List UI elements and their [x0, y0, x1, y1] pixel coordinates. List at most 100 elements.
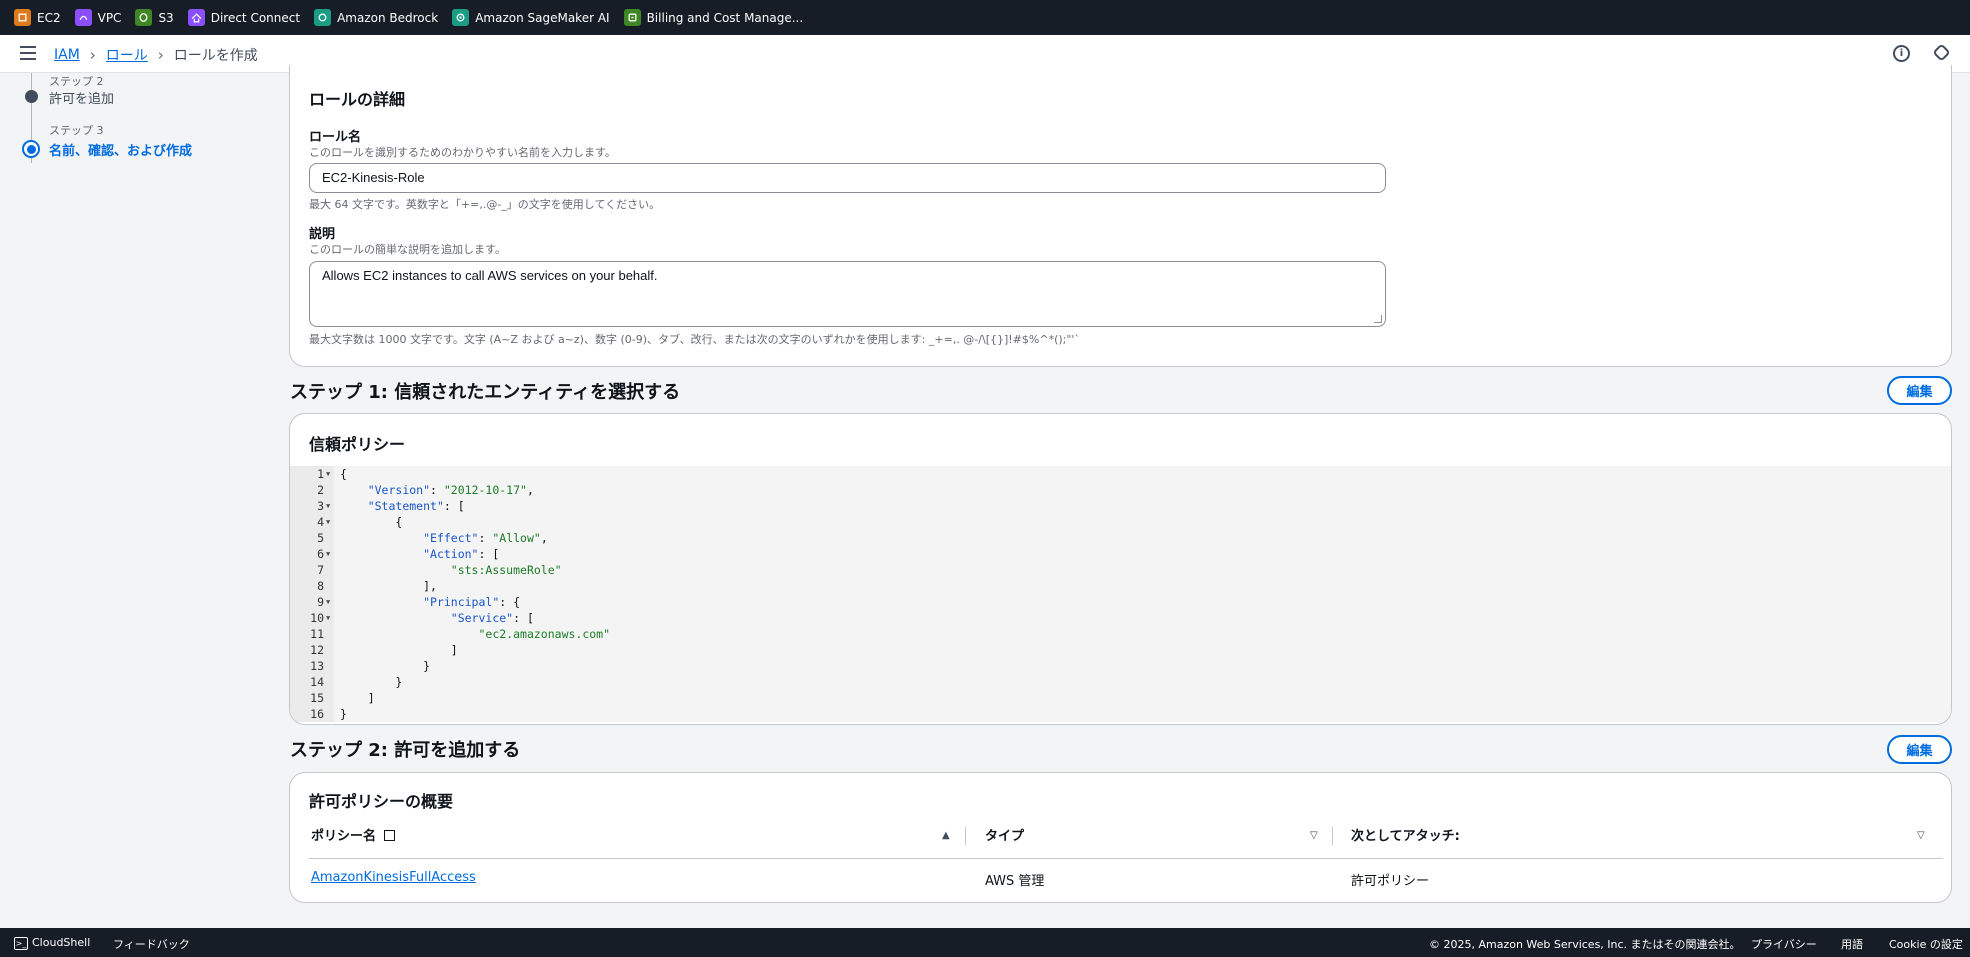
step2-heading: ステップ 2: 許可を追加する — [290, 740, 521, 761]
cloudshell-label: CloudShell — [32, 936, 91, 949]
line-number: 12 — [310, 643, 324, 657]
favorite-label: EC2 — [37, 10, 61, 25]
code-line: 15 ] — [290, 690, 1951, 706]
code-text: } — [340, 659, 431, 673]
code-line: 8 ], — [290, 578, 1951, 594]
role-name-hint: 最大 64 文字です。英数字と「+=,.@-_」の文字を使用してください。 — [309, 198, 661, 211]
external-link-icon — [383, 830, 395, 841]
favorite-billing[interactable]: Billing and Cost Manage... — [623, 9, 803, 26]
role-name-input[interactable]: EC2-Kinesis-Role — [309, 163, 1386, 193]
fold-toggle-icon[interactable]: ▼ — [326, 610, 330, 626]
code-text: { — [340, 467, 347, 481]
favorite-label: Amazon Bedrock — [337, 10, 439, 25]
fold-toggle-icon[interactable]: ▼ — [326, 546, 330, 562]
sort-ascending-icon[interactable]: ▲ — [942, 830, 950, 841]
line-number: 6 — [317, 547, 324, 561]
favorites-bar: EC2 VPC S3 Direct Connect Amazon Bedrock… — [0, 0, 1970, 35]
console-footer: >_ CloudShell フィードバック © 2025, Amazon Web … — [0, 928, 1970, 957]
step3-label: ステップ 3 — [49, 124, 104, 137]
code-line: 5 "Effect": "Allow", — [290, 530, 1951, 546]
feedback-link[interactable]: フィードバック — [113, 936, 190, 952]
favorite-ec2[interactable]: EC2 — [14, 9, 61, 26]
bedrock-icon — [314, 9, 332, 26]
favorite-s3[interactable]: S3 — [135, 9, 174, 26]
code-text: "Service": [ — [450, 611, 534, 625]
trust-policy-title: 信頼ポリシー — [309, 435, 406, 454]
policy-type: AWS 管理 — [985, 874, 1045, 889]
breadcrumb: IAM › ロール › ロールを作成 — [54, 45, 258, 65]
trust-policy-code-editor[interactable]: 1 ▼{2 "Version": "2012-10-17", 3 ▼ "Stateme… — [290, 466, 1951, 722]
step1-edit-button[interactable]: 編集 — [1887, 376, 1952, 405]
code-text: { — [340, 515, 403, 529]
fold-toggle-icon[interactable]: ▼ — [326, 466, 330, 482]
code-line: 11 "ec2.amazonaws.com" — [290, 626, 1951, 642]
line-number: 1 — [317, 467, 324, 481]
cookie-settings-link[interactable]: Cookie の設定 — [1889, 936, 1963, 952]
code-line: 13 } — [290, 658, 1951, 674]
line-number: 16 — [310, 707, 324, 721]
code-text: "Version": "2012-10-17", — [367, 483, 534, 497]
info-icon[interactable]: i — [1893, 45, 1910, 62]
line-number: 14 — [310, 675, 324, 689]
favorite-label: VPC — [97, 10, 122, 25]
table-row: AmazonKinesisFullAccess — [311, 870, 476, 885]
favorite-bedrock[interactable]: Amazon Bedrock — [314, 9, 438, 26]
code-line: 6 ▼ "Action": [ — [290, 546, 1951, 562]
terms-link[interactable]: 用語 — [1841, 936, 1863, 952]
code-text: } — [340, 707, 347, 721]
column-attached-as[interactable]: 次としてアタッチ: — [1351, 825, 1460, 844]
code-text: } — [340, 675, 403, 689]
code-text: "ec2.amazonaws.com" — [478, 627, 611, 641]
step2-name[interactable]: 許可を追加 — [49, 88, 114, 107]
resize-handle-icon[interactable] — [1374, 315, 1382, 323]
menu-icon[interactable] — [20, 46, 36, 60]
step2-label: ステップ 2 — [49, 75, 104, 88]
line-number: 13 — [310, 659, 324, 673]
favorite-direct-connect[interactable]: Direct Connect — [187, 9, 301, 26]
code-text: "Action": [ — [423, 547, 500, 561]
code-line: 12 ] — [290, 642, 1951, 658]
ec2-icon — [14, 9, 31, 26]
role-name-label: ロール名 — [309, 130, 362, 145]
settings-icon[interactable] — [1932, 43, 1951, 62]
step1-heading: ステップ 1: 信頼されたエンティティを選択する — [290, 382, 681, 403]
line-number: 5 — [317, 531, 324, 545]
code-line: 1 ▼ { — [290, 466, 1951, 482]
step-active-dot — [22, 140, 40, 158]
line-number: 3 — [317, 499, 324, 513]
line-number: 8 — [317, 579, 324, 593]
column-type[interactable]: タイプ — [985, 825, 1024, 844]
sort-icon[interactable]: ▽ — [1310, 830, 1318, 841]
favorite-sagemaker[interactable]: Amazon SageMaker AI — [452, 9, 610, 26]
sort-icon[interactable]: ▽ — [1917, 830, 1925, 841]
step2-edit-button[interactable]: 編集 — [1887, 735, 1952, 764]
code-text: "Effect": "Allow", — [423, 531, 548, 545]
terminal-icon: >_ — [14, 936, 28, 950]
chevron-right-icon: › — [157, 46, 164, 64]
permissions-summary-title: 許可ポリシーの概要 — [309, 792, 454, 811]
favorite-label: Direct Connect — [210, 10, 301, 25]
line-number: 7 — [317, 563, 324, 577]
description-textarea[interactable]: Allows EC2 instances to call AWS service… — [309, 261, 1386, 327]
favorite-vpc[interactable]: VPC — [74, 9, 122, 26]
policy-link[interactable]: AmazonKinesisFullAccess — [311, 870, 476, 885]
privacy-link[interactable]: プライバシー — [1751, 936, 1817, 952]
line-number: 10 — [310, 611, 324, 625]
column-policy-name[interactable]: ポリシー名 — [311, 825, 395, 844]
role-details-title: ロールの詳細 — [309, 90, 406, 109]
favorite-label: Amazon SageMaker AI — [475, 10, 610, 25]
column-label: ポリシー名 — [311, 829, 377, 844]
billing-icon — [623, 9, 641, 26]
code-line: 4 ▼ { — [290, 514, 1951, 530]
line-number: 15 — [310, 691, 324, 705]
step-dot — [25, 90, 38, 103]
breadcrumb-iam[interactable]: IAM — [54, 47, 80, 63]
cloudshell-button[interactable]: >_ CloudShell — [14, 936, 90, 950]
fold-toggle-icon[interactable]: ▼ — [326, 594, 330, 610]
code-line: 3 ▼ "Statement": [ — [290, 498, 1951, 514]
fold-toggle-icon[interactable]: ▼ — [326, 498, 330, 514]
fold-toggle-icon[interactable]: ▼ — [326, 514, 330, 530]
description-desc: このロールの簡単な説明を追加します。 — [309, 243, 506, 256]
sagemaker-icon — [452, 9, 470, 26]
breadcrumb-roles[interactable]: ロール — [106, 45, 148, 65]
